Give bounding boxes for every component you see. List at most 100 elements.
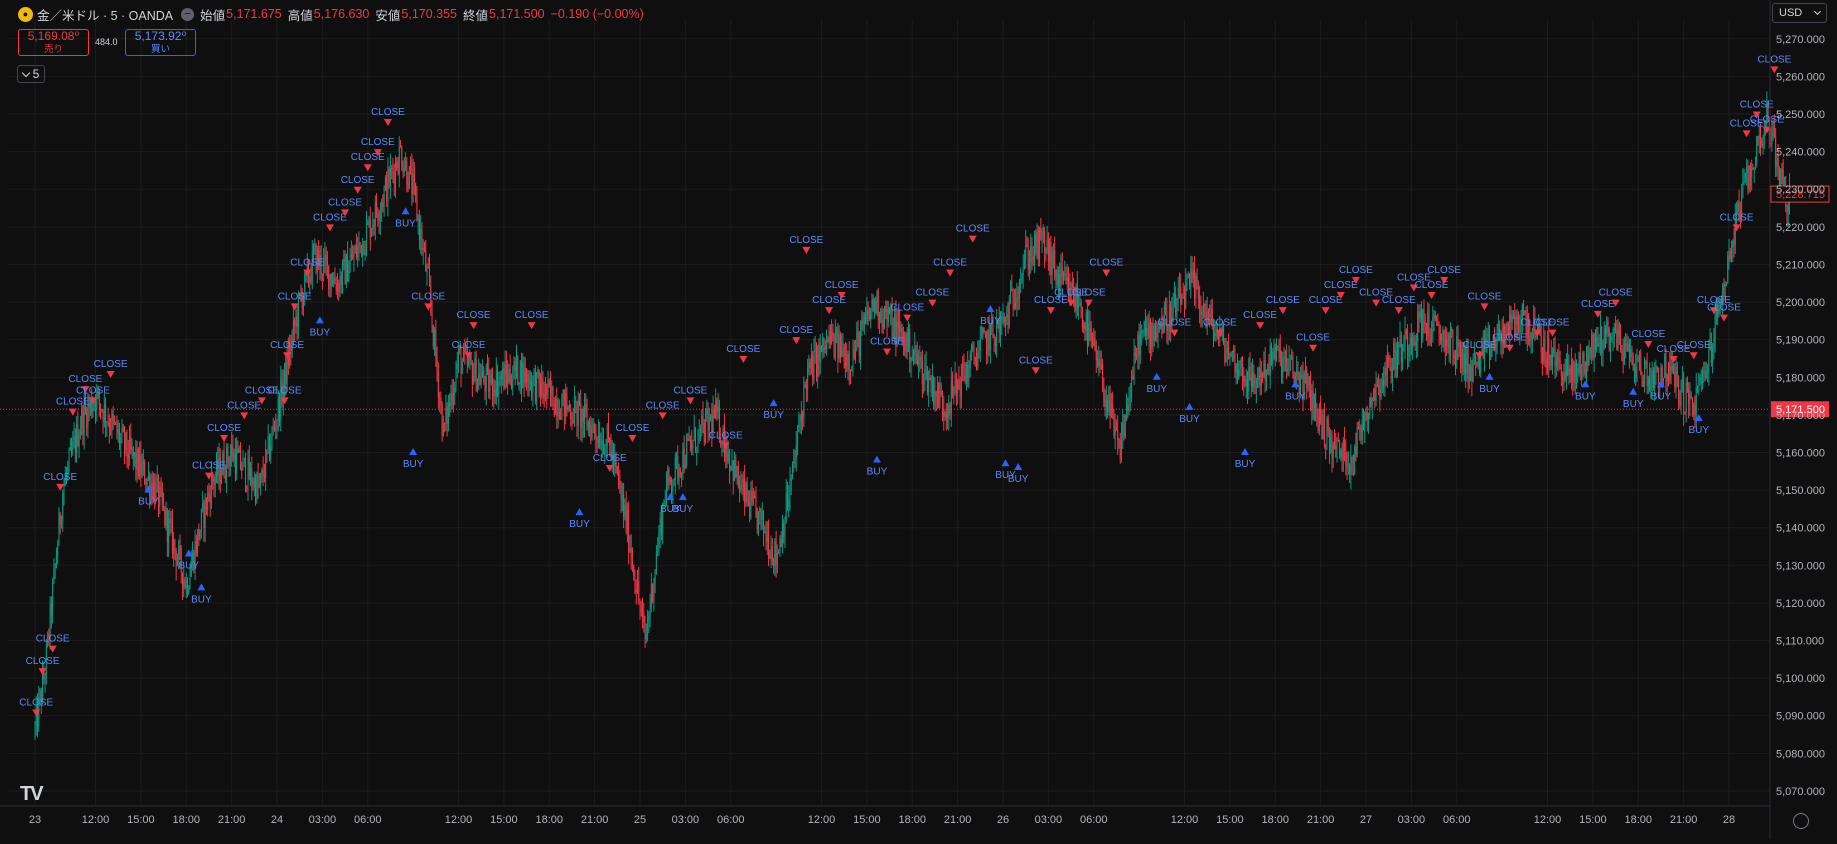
candle[interactable]	[585, 393, 587, 418]
candle[interactable]	[906, 327, 908, 360]
candle[interactable]	[926, 366, 928, 396]
candle[interactable]	[1412, 332, 1414, 360]
candle[interactable]	[1118, 438, 1120, 450]
candle[interactable]	[1001, 311, 1003, 335]
candle[interactable]	[1083, 319, 1085, 334]
candle[interactable]	[1007, 301, 1009, 334]
candle[interactable]	[868, 306, 870, 321]
candle[interactable]	[1640, 349, 1642, 376]
candle[interactable]	[1090, 321, 1092, 348]
candle[interactable]	[537, 366, 539, 379]
candle[interactable]	[373, 218, 375, 236]
candle[interactable]	[580, 389, 582, 441]
candle[interactable]	[1468, 363, 1470, 390]
candle[interactable]	[1081, 306, 1083, 333]
candle[interactable]	[1204, 303, 1206, 319]
candle[interactable]	[875, 296, 877, 315]
candle[interactable]	[492, 367, 494, 407]
candle[interactable]	[251, 456, 253, 501]
candle[interactable]	[572, 407, 574, 424]
candle[interactable]	[829, 324, 831, 349]
candle[interactable]	[421, 222, 423, 256]
candle[interactable]	[939, 376, 941, 409]
candle[interactable]	[1378, 373, 1380, 396]
candle[interactable]	[973, 341, 975, 365]
candle[interactable]	[181, 572, 183, 601]
candle[interactable]	[1192, 262, 1194, 288]
candle[interactable]	[1003, 312, 1005, 328]
candle[interactable]	[1054, 236, 1056, 281]
candle[interactable]	[268, 433, 270, 462]
candle[interactable]	[552, 385, 554, 410]
candle[interactable]	[792, 461, 794, 480]
candle[interactable]	[659, 511, 661, 548]
candle[interactable]	[1284, 349, 1286, 372]
candle[interactable]	[71, 437, 73, 458]
candle[interactable]	[1700, 369, 1702, 392]
candle[interactable]	[1245, 369, 1247, 399]
candle[interactable]	[343, 249, 345, 271]
candle[interactable]	[423, 241, 425, 253]
candle[interactable]	[913, 349, 915, 366]
candle[interactable]	[1306, 365, 1308, 400]
candle[interactable]	[1020, 267, 1022, 294]
candle[interactable]	[1684, 411, 1686, 415]
candle[interactable]	[1565, 353, 1567, 390]
candle[interactable]	[1606, 316, 1608, 344]
candle[interactable]	[1114, 414, 1116, 450]
candle[interactable]	[1051, 246, 1053, 290]
candle[interactable]	[654, 568, 656, 594]
candle[interactable]	[949, 401, 951, 420]
candle[interactable]	[1518, 311, 1520, 334]
candle[interactable]	[379, 202, 381, 235]
candle[interactable]	[205, 497, 207, 516]
candle[interactable]	[548, 378, 550, 388]
candle[interactable]	[1178, 272, 1180, 299]
candle[interactable]	[1025, 229, 1027, 269]
candle[interactable]	[1552, 347, 1554, 375]
candle[interactable]	[394, 155, 396, 198]
candle[interactable]	[1656, 365, 1658, 373]
candle[interactable]	[105, 397, 107, 438]
candle[interactable]	[255, 473, 257, 506]
candle[interactable]	[1056, 265, 1058, 288]
candle[interactable]	[1563, 363, 1565, 391]
candle[interactable]	[1713, 327, 1715, 360]
candle[interactable]	[507, 360, 509, 395]
candle[interactable]	[734, 451, 736, 481]
candle[interactable]	[1102, 358, 1104, 393]
candle[interactable]	[454, 381, 456, 406]
candle[interactable]	[503, 361, 505, 391]
sell-button[interactable]: 5,169.08⁰ 売り	[18, 29, 89, 56]
candle[interactable]	[1031, 237, 1033, 271]
candle[interactable]	[1316, 403, 1318, 427]
candle[interactable]	[703, 418, 705, 447]
candle[interactable]	[1728, 238, 1730, 270]
candle[interactable]	[1594, 329, 1596, 358]
candle[interactable]	[834, 319, 836, 362]
candle[interactable]	[1345, 439, 1347, 476]
candle[interactable]	[745, 481, 747, 508]
candle[interactable]	[185, 572, 187, 599]
candle[interactable]	[824, 339, 826, 354]
candle[interactable]	[513, 356, 515, 380]
candle[interactable]	[169, 508, 171, 536]
candle[interactable]	[270, 433, 272, 464]
chart-canvas[interactable]: CLOSECLOSECLOSECLOSECLOSECLOSECLOSECLOSE…	[0, 0, 1837, 839]
candle[interactable]	[339, 268, 341, 297]
candle[interactable]	[485, 363, 487, 406]
candle[interactable]	[871, 293, 873, 320]
candle[interactable]	[1419, 304, 1421, 323]
candle[interactable]	[779, 535, 781, 557]
candle[interactable]	[444, 422, 446, 433]
candle[interactable]	[1339, 439, 1341, 459]
candle[interactable]	[1186, 273, 1188, 292]
candle[interactable]	[1330, 429, 1332, 454]
candle[interactable]	[1635, 353, 1637, 387]
candle[interactable]	[778, 548, 780, 555]
candle[interactable]	[584, 392, 586, 438]
candle[interactable]	[1333, 429, 1335, 450]
candle[interactable]	[1603, 321, 1605, 351]
candle[interactable]	[515, 344, 517, 379]
candle[interactable]	[986, 330, 988, 365]
